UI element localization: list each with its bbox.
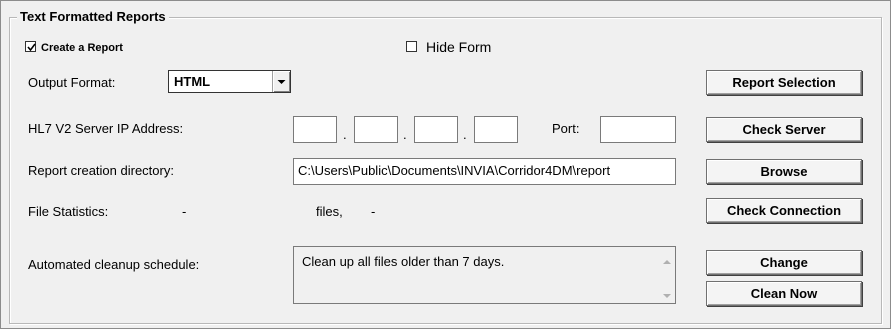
- report-selection-button[interactable]: Report Selection: [706, 70, 862, 95]
- scroll-down-icon[interactable]: [663, 294, 671, 298]
- files-label: files,: [316, 204, 343, 219]
- output-format-value: HTML: [174, 74, 211, 89]
- report-directory-input[interactable]: C:\Users\Public\Documents\INVIA\Corridor…: [293, 158, 676, 185]
- browse-button[interactable]: Browse: [706, 159, 862, 184]
- file-count-value: -: [182, 204, 187, 219]
- ip-dot-separator: .: [343, 127, 347, 142]
- group-title: Text Formatted Reports: [17, 9, 169, 25]
- check-connection-button[interactable]: Check Connection: [706, 198, 862, 223]
- ip-dot-separator: .: [403, 127, 407, 142]
- hide-form-checkbox[interactable]: [406, 41, 417, 52]
- chevron-down-icon[interactable]: [272, 71, 290, 92]
- ip-octet-4-input[interactable]: [474, 116, 518, 143]
- ip-octet-2-input[interactable]: [354, 116, 398, 143]
- report-directory-value: C:\Users\Public\Documents\INVIA\Corridor…: [298, 163, 611, 178]
- change-button[interactable]: Change: [706, 250, 862, 275]
- ip-octet-3-input[interactable]: [414, 116, 458, 143]
- file-statistics-label: File Statistics:: [28, 204, 109, 219]
- cleanup-schedule-label: Automated cleanup schedule:: [28, 257, 200, 272]
- scroll-up-icon[interactable]: [663, 260, 671, 264]
- output-format-label: Output Format:: [28, 75, 116, 90]
- panel-frame: Text Formatted Reports Create a Report H…: [0, 0, 891, 329]
- cleanup-scrollbar[interactable]: [658, 247, 675, 303]
- check-server-button[interactable]: Check Server: [706, 117, 862, 142]
- checkmark-icon: [27, 43, 36, 52]
- file-size-value: -: [371, 204, 376, 219]
- ip-octet-1-input[interactable]: [293, 116, 337, 143]
- port-input[interactable]: [600, 116, 676, 143]
- clean-now-button[interactable]: Clean Now: [706, 281, 862, 306]
- report-directory-label: Report creation directory:: [28, 163, 174, 178]
- cleanup-schedule-textarea[interactable]: Clean up all files older than 7 days.: [293, 246, 676, 304]
- port-label: Port:: [552, 121, 580, 136]
- ip-dot-separator: .: [463, 127, 467, 142]
- cleanup-schedule-text: Clean up all files older than 7 days.: [302, 254, 505, 269]
- hide-form-label[interactable]: Hide Form: [426, 39, 491, 55]
- create-report-checkbox[interactable]: [25, 41, 36, 52]
- create-report-label[interactable]: Create a Report: [41, 40, 123, 56]
- output-format-select[interactable]: HTML: [168, 70, 291, 93]
- hl7-server-ip-label: HL7 V2 Server IP Address:: [28, 121, 184, 136]
